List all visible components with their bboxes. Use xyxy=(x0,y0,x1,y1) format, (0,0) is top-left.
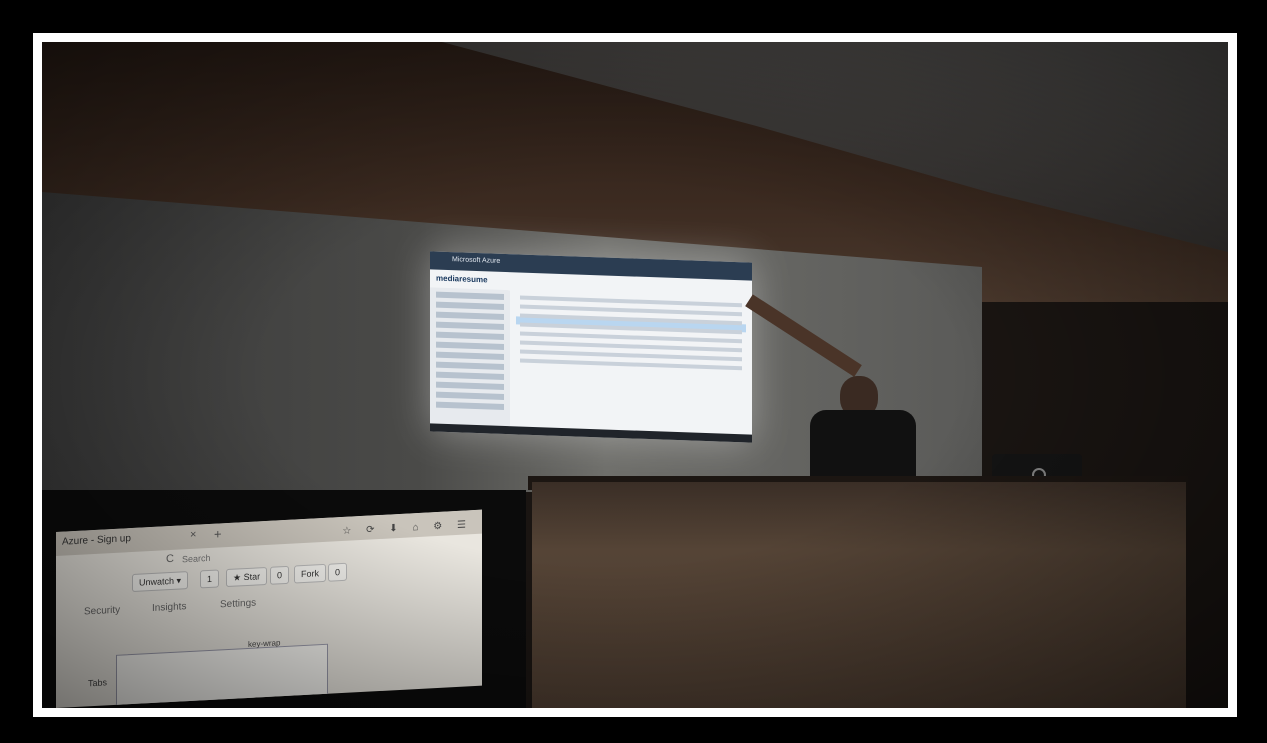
browser-tab[interactable]: Azure - Sign up xyxy=(62,533,131,548)
tab-close-icon[interactable]: × xyxy=(190,529,196,541)
laptop-screen: Azure - Sign up × + ☆ ⟳ ⬇ ⌂ ⚙ ☰ C Search… xyxy=(56,509,482,708)
photo: Microsoft Azure mediaresume Azure - Sign… xyxy=(42,42,1228,708)
fork-count: 0 xyxy=(328,562,348,582)
nav-settings[interactable]: Settings xyxy=(220,598,256,611)
editor-panel xyxy=(116,643,328,708)
reload-icon[interactable]: C xyxy=(166,553,174,565)
toolbar-icons[interactable]: ☆ ⟳ ⬇ ⌂ ⚙ ☰ xyxy=(342,519,472,537)
tabs-label: Tabs xyxy=(88,677,108,689)
browser-tab-bar: Azure - Sign up × + ☆ ⟳ ⬇ ⌂ ⚙ ☰ xyxy=(56,509,482,556)
keyword-label: key-wrap xyxy=(248,638,281,649)
projected-sidebar xyxy=(430,287,510,427)
star-count: 0 xyxy=(270,565,290,585)
star-button[interactable]: ★ Star xyxy=(226,566,268,588)
podium xyxy=(532,482,1186,708)
projected-screen: Microsoft Azure mediaresume xyxy=(430,251,752,443)
laptop: Azure - Sign up × + ☆ ⟳ ⬇ ⌂ ⚙ ☰ C Search… xyxy=(42,490,526,708)
fork-button[interactable]: Fork xyxy=(294,563,326,584)
nav-security[interactable]: Security xyxy=(84,605,120,618)
nav-insights[interactable]: Insights xyxy=(152,601,186,614)
projected-main-panel xyxy=(516,290,746,434)
new-tab-icon[interactable]: + xyxy=(214,526,222,541)
search-field[interactable]: Search xyxy=(182,553,211,564)
projected-portal-title: Microsoft Azure xyxy=(452,256,501,265)
projected-page-title: mediaresume xyxy=(436,273,488,285)
unwatch-button[interactable]: Unwatch ▾ xyxy=(132,571,189,593)
watch-count: 1 xyxy=(200,569,220,589)
